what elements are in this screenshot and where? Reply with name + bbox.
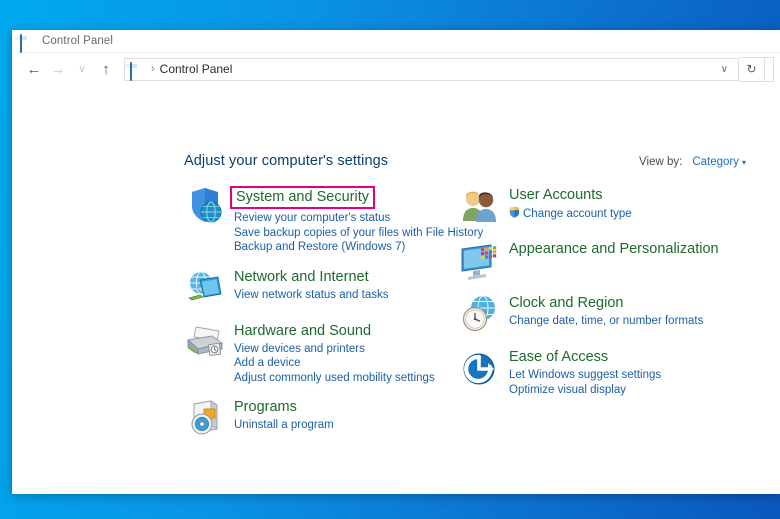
view-by-control: View by: Category ▾ [639, 156, 746, 168]
hardware-sound-printer-icon [184, 321, 226, 363]
category-column-left: System and Security Review your computer'… [184, 185, 483, 451]
category-title-link[interactable]: User Accounts [509, 187, 603, 204]
address-bar[interactable]: › Control Panel ∨ [124, 57, 739, 81]
category-item: Network and Internet View network status … [184, 267, 454, 309]
category-links: View network status and tasks [234, 288, 388, 303]
category-task-link[interactable]: Optimize visual display [509, 383, 661, 398]
category-links: View devices and printers Add a device Adj… [234, 342, 435, 386]
category-task-link[interactable]: Change date, time, or number formats [509, 314, 703, 329]
category-task-link[interactable]: Add a device [234, 356, 435, 371]
address-chevron-down-icon[interactable]: ∨ [713, 64, 736, 75]
category-body: Appearance and Personalization [509, 239, 719, 258]
category-item: Hardware and Sound View devices and print… [184, 321, 454, 386]
category-task-link-label: Change account type [523, 208, 632, 220]
control-panel-window: Control Panel ← → ∨ ↑ › Control Panel ∨ … [12, 30, 780, 494]
category-task-link[interactable]: Backup and Restore (Windows 7) [234, 240, 483, 255]
shield-security-icon [184, 185, 226, 227]
refresh-icon[interactable]: ↻ [739, 56, 765, 82]
category-item: Appearance and Personalization [459, 239, 739, 281]
category-links: Review your computer's status Save backup… [234, 211, 483, 255]
category-task-link[interactable]: Uninstall a program [234, 418, 334, 433]
category-body: User Accounts Change account type [509, 185, 632, 223]
page-title: Adjust your computer's settings [184, 153, 389, 169]
category-item: User Accounts Change account type [459, 185, 739, 227]
category-body: Programs Uninstall a program [234, 397, 334, 433]
control-panel-content: Adjust your computer's settings View by:… [12, 85, 780, 494]
address-control-panel-icon [130, 61, 145, 81]
category-task-link[interactable]: View network status and tasks [234, 288, 388, 303]
category-links: Uninstall a program [234, 418, 334, 433]
category-links: Change account type [509, 206, 632, 223]
category-links: Change date, time, or number formats [509, 314, 703, 329]
window-title: Control Panel [42, 35, 113, 47]
category-title-link[interactable]: Hardware and Sound [234, 323, 371, 340]
back-icon[interactable]: ← [22, 57, 46, 81]
clock-region-icon [459, 293, 501, 335]
recent-locations-chevron-down-icon[interactable]: ∨ [70, 57, 94, 81]
window-titlebar: Control Panel [12, 30, 780, 53]
category-item: Clock and Region Change date, time, or nu… [459, 293, 739, 335]
category-links: Let Windows suggest settings Optimize vis… [509, 368, 661, 397]
category-task-link[interactable]: Save backup copies of your files with Fi… [234, 226, 483, 241]
category-task-link[interactable]: Review your computer's status [234, 211, 483, 226]
category-item: Programs Uninstall a program [184, 397, 454, 439]
up-icon[interactable]: ↑ [94, 57, 118, 81]
breadcrumb-separator-icon: › [151, 63, 155, 75]
control-panel-icon [20, 33, 35, 53]
view-by-value[interactable]: Category [692, 156, 739, 168]
navigation-toolbar: ← → ∨ ↑ › Control Panel ∨ ↻ [12, 53, 780, 85]
category-column-right: User Accounts Change account type Appear… [459, 185, 739, 409]
category-title-link[interactable]: Ease of Access [509, 349, 608, 366]
category-title-link[interactable]: Clock and Region [509, 295, 623, 312]
category-title-link[interactable]: System and Security [236, 189, 369, 206]
search-input[interactable] [765, 56, 774, 82]
category-body: Network and Internet View network status … [234, 267, 388, 303]
user-accounts-icon [459, 185, 501, 227]
category-body: System and Security Review your computer'… [230, 185, 483, 255]
category-task-link[interactable]: View devices and printers [234, 342, 435, 357]
category-title-link[interactable]: Programs [234, 399, 297, 416]
category-task-link[interactable]: Change account type [509, 206, 632, 223]
view-by-chevron-down-icon[interactable]: ▾ [742, 158, 746, 167]
category-task-link[interactable]: Adjust commonly used mobility settings [234, 371, 435, 386]
highlight-annotation-box: System and Security [230, 186, 375, 209]
network-internet-icon [184, 267, 226, 309]
category-title-link[interactable]: Appearance and Personalization [509, 241, 719, 258]
ease-of-access-icon [459, 347, 501, 389]
programs-icon [184, 397, 226, 439]
category-body: Ease of Access Let Windows suggest settin… [509, 347, 661, 397]
view-by-label: View by: [639, 156, 683, 168]
category-body: Clock and Region Change date, time, or nu… [509, 293, 703, 329]
category-item: Ease of Access Let Windows suggest settin… [459, 347, 739, 397]
uac-shield-icon [509, 206, 520, 223]
category-title-link[interactable]: Network and Internet [234, 269, 369, 286]
category-task-link[interactable]: Let Windows suggest settings [509, 368, 661, 383]
appearance-personalization-icon [459, 239, 501, 281]
forward-icon[interactable]: → [46, 57, 70, 81]
breadcrumb[interactable]: Control Panel [160, 62, 233, 76]
category-item: System and Security Review your computer'… [184, 185, 483, 255]
category-body: Hardware and Sound View devices and print… [234, 321, 435, 386]
